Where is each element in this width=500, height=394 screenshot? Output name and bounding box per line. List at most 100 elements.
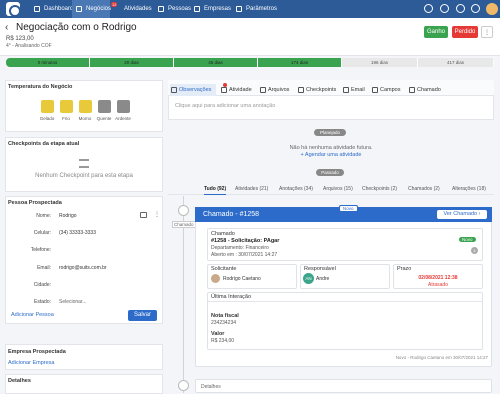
status-badge: Novo (459, 237, 476, 242)
nav-atividades[interactable]: 12 Atividades (110, 0, 154, 18)
dashboard-icon (34, 6, 40, 12)
pipeline-stage[interactable]: 45 dias (174, 58, 258, 67)
filter-notes[interactable]: Anotações (34) (279, 186, 313, 192)
field-label: Cidade: (33, 282, 51, 288)
back-arrow-icon[interactable]: ‹ (5, 22, 8, 33)
tab-campos[interactable]: Campos (371, 84, 407, 96)
nav-pessoas[interactable]: Pessoas (154, 0, 191, 18)
filter-all[interactable]: Tudo (92) (204, 186, 227, 195)
save-button[interactable]: Salvar (128, 310, 157, 321)
avatar (211, 274, 220, 283)
nav-parametros[interactable]: Parâmetros (232, 0, 280, 18)
pipeline-stage[interactable]: 20 dias (90, 58, 174, 67)
past-pill: Passado (316, 169, 344, 176)
divider (207, 301, 483, 302)
user-avatar[interactable] (486, 3, 498, 15)
ticket-footer: Novo - Rodrigo Caetano em 30/07/2021 14:… (395, 355, 488, 360)
pipeline-stage[interactable]: 174 dias (258, 58, 342, 67)
tab-arquivos[interactable]: Arquivos (259, 84, 295, 96)
requester-name: Rodrigo Caetano (223, 276, 261, 282)
filter-checkpoints[interactable]: Checkpoints (2) (362, 186, 397, 192)
contact-card-icon[interactable] (140, 212, 147, 218)
pipeline-stage[interactable]: 417 dias (418, 58, 494, 67)
checklist-icon (298, 87, 304, 93)
tab-observacoes[interactable]: Observações (170, 84, 216, 96)
filter-files[interactable]: Arquivos (15) (323, 186, 353, 192)
thermometer-icon[interactable] (117, 100, 130, 113)
note-input[interactable]: Clique aqui para adicionar uma anotação (175, 103, 275, 109)
nav-dashboard[interactable]: Dashboard (30, 0, 73, 18)
ticket-icon (409, 87, 415, 93)
pipeline-stage[interactable]: 196 dias (342, 58, 418, 67)
new-badge: Novo (339, 205, 358, 212)
person-title: Pessoa Prospectada (8, 200, 62, 206)
nav-empresas[interactable]: Empresas (190, 0, 232, 18)
tab-atividade[interactable]: Atividade (220, 84, 258, 96)
search-icon[interactable] (424, 4, 433, 13)
view-ticket-button[interactable]: Ver Chamado › (437, 210, 487, 219)
section-title: Chamado (211, 231, 235, 237)
requester-label: Solicitante (211, 266, 237, 272)
timeline-label: Chamado (172, 221, 196, 228)
help-icon[interactable] (456, 4, 465, 13)
temperature-label: Ardente (115, 116, 131, 121)
ticket-title: Chamado - #1258 (203, 211, 260, 218)
deadline-label: Prazo (397, 266, 412, 272)
filter-tickets[interactable]: Chamados (2) (408, 186, 440, 192)
checkpoints-empty: Nenhum Checkpoint para esta etapa (35, 173, 133, 179)
assignee-label: Responsável (304, 266, 336, 272)
list-icon (79, 159, 89, 168)
pipeline-stage[interactable]: 0 minutos (6, 58, 90, 67)
more-options-icon[interactable]: ⋮ (154, 211, 160, 218)
won-button[interactable]: Ganho (424, 26, 448, 38)
settings-icon (236, 6, 242, 12)
thermometer-icon[interactable] (98, 100, 111, 113)
add-person-link[interactable]: Adicionar Pessoa (11, 312, 54, 318)
tab-checkpoints[interactable]: Checkpoints (297, 84, 341, 96)
notifications-icon[interactable] (440, 4, 449, 13)
field-label: Telefone: (30, 247, 51, 253)
phone-field[interactable]: (34) 33333-3333 (59, 230, 96, 236)
tab-chamado[interactable]: Chamado (408, 84, 446, 96)
field-label: Nome: (36, 213, 51, 219)
timeline-label: Detalhes (201, 384, 221, 390)
ticket-name: #1258 - Solicitação: PAgar (211, 238, 280, 244)
company-card (5, 344, 163, 370)
email-field[interactable]: rodrigo@suits.com.br (59, 265, 107, 271)
temperature-label: Frio (62, 116, 70, 121)
info-icon[interactable]: 4 (471, 247, 478, 254)
temperature-title: Temperatura do Negócio (8, 84, 73, 90)
deadline-date: 02/08/2021 12:38 (418, 275, 458, 281)
app-logo[interactable] (6, 2, 21, 17)
tab-email[interactable]: Email (342, 84, 370, 96)
filter-changes[interactable]: Alterações (18) (452, 186, 486, 192)
details-title: Detalhes (8, 378, 31, 384)
apps-icon[interactable] (471, 4, 480, 13)
timeline-card (195, 379, 492, 393)
state-select[interactable]: Selecionar... (59, 299, 87, 305)
thermometer-icon[interactable] (41, 100, 54, 113)
ticket-department: Departamento: Financeiro (211, 245, 269, 251)
avatar: AN (303, 273, 314, 284)
field-label: Estado: (34, 299, 51, 305)
thermometer-icon[interactable] (60, 100, 73, 113)
deal-title: Negociação com o Rodrigo (16, 22, 137, 33)
pipeline-bar: 0 minutos 20 dias 45 dias 174 dias 196 d… (6, 58, 494, 67)
filter-activities[interactable]: Atividades (21) (235, 186, 268, 192)
nav-negocios[interactable]: Negócios (72, 0, 111, 18)
note-icon (171, 87, 177, 93)
schedule-activity-link[interactable]: + Agendar uma atividade (168, 152, 494, 158)
ticket-opened: Aberto em : 30/07/2021 14:27 (211, 252, 278, 258)
more-options-icon[interactable]: ⋮ (481, 26, 493, 38)
building-icon (194, 6, 200, 12)
company-title: Empresa Prospectada (8, 349, 66, 355)
activities-count-badge: 12 (111, 2, 118, 7)
calendar-icon (221, 87, 227, 93)
deadline-status: Atrasado (427, 282, 448, 288)
lost-button[interactable]: Perdido (452, 26, 478, 38)
assignee-name: Andre (316, 276, 330, 282)
add-company-link[interactable]: Adicionar Empresa (8, 360, 54, 366)
name-field[interactable]: Rodrigo (59, 213, 77, 219)
thermometer-icon[interactable] (79, 100, 92, 113)
interaction-title: Última Interação (211, 294, 252, 300)
